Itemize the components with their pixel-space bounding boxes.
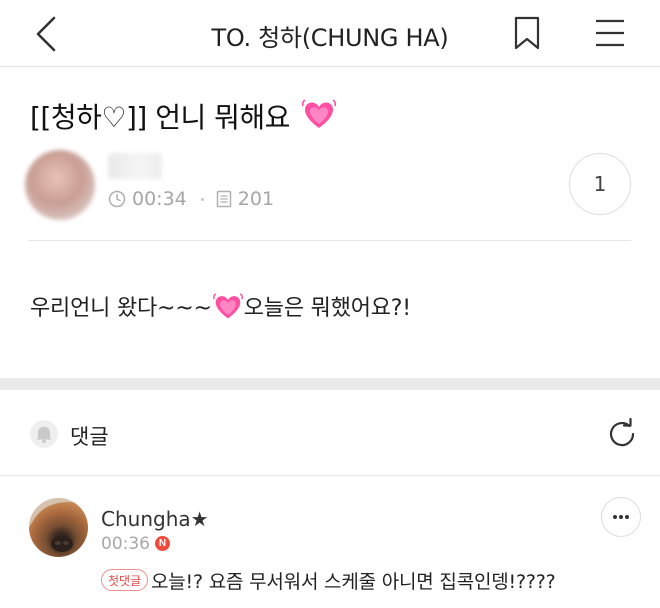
post-views: 201: [237, 188, 275, 210]
page-title: TO. 청하(CHUNG HA): [211, 24, 449, 52]
sparkling-heart-emoji-icon: [212, 293, 243, 319]
comment-count: 1: [593, 172, 607, 196]
new-badge: N: [155, 536, 170, 551]
comment-text: 오늘!? 요즘 무서워서 스케줄 아니면 집콕인뎅!????: [151, 571, 556, 593]
commenter-name[interactable]: Chungha★: [101, 507, 209, 531]
top-bar: TO. 청하(CHUNG HA): [0, 0, 660, 67]
comments-header: 댓글: [0, 390, 660, 476]
hamburger-menu-icon[interactable]: [593, 18, 627, 48]
more-dots-icon: [613, 515, 629, 519]
more-options-button[interactable]: [601, 497, 641, 537]
refresh-icon[interactable]: [605, 417, 639, 451]
first-comment-badge: 첫댓글: [101, 569, 149, 591]
divider: [28, 240, 631, 241]
post-body-text-2: 오늘은 뭐했어요?!: [243, 296, 411, 321]
post-time: 00:34: [132, 188, 187, 210]
post-title: [[청하♡]] 언니 뭐해요: [30, 96, 337, 136]
comment-count-button[interactable]: 1: [569, 153, 631, 215]
post-body-text-1: 우리언니 왔다~~~: [30, 296, 212, 321]
dog-photo-icon: [29, 498, 88, 552]
author-avatar[interactable]: [25, 150, 95, 220]
chevron-left-icon[interactable]: [30, 14, 64, 54]
bell-icon[interactable]: [29, 419, 59, 449]
commenter-avatar[interactable]: [29, 498, 88, 557]
comments-label: 댓글: [70, 425, 109, 449]
post-title-text: [[청하♡]] 언니 뭐해요: [30, 101, 290, 134]
section-separator: [0, 378, 660, 390]
comment-time: 00:36: [101, 534, 150, 554]
sparkling-heart-emoji-icon: [302, 99, 337, 128]
bookmark-icon[interactable]: [512, 16, 542, 50]
post-body: 우리언니 왔다~~~ 오늘은 뭐했어요?!: [30, 290, 411, 322]
document-views-icon: [216, 190, 232, 208]
post-meta: 00:34 201: [108, 188, 274, 210]
separator-dot: [200, 197, 204, 201]
clock-icon: [108, 190, 126, 208]
author-name-blurred[interactable]: [108, 153, 162, 179]
